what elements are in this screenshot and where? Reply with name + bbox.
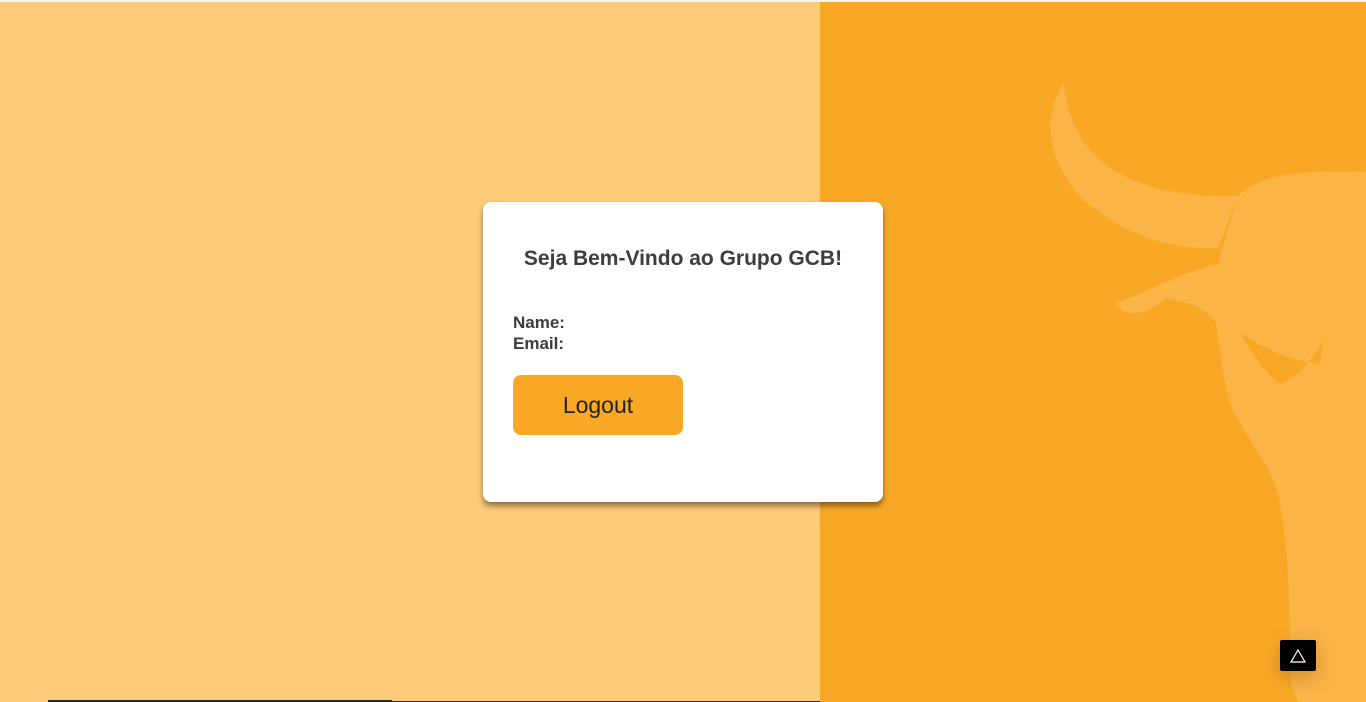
page: Seja Bem-Vindo ao Grupo GCB! Name: Email…	[0, 0, 1366, 702]
right-panel	[820, 2, 1366, 702]
name-label: Name:	[513, 313, 565, 332]
bull-silhouette-icon	[1050, 84, 1366, 702]
logout-button[interactable]: Logout	[513, 375, 683, 435]
scroll-to-top-button[interactable]	[1280, 640, 1316, 671]
welcome-card: Seja Bem-Vindo ao Grupo GCB! Name: Email…	[483, 202, 883, 502]
triangle-up-icon	[1290, 648, 1306, 663]
email-label: Email:	[513, 334, 565, 353]
welcome-title: Seja Bem-Vindo ao Grupo GCB!	[523, 247, 843, 270]
